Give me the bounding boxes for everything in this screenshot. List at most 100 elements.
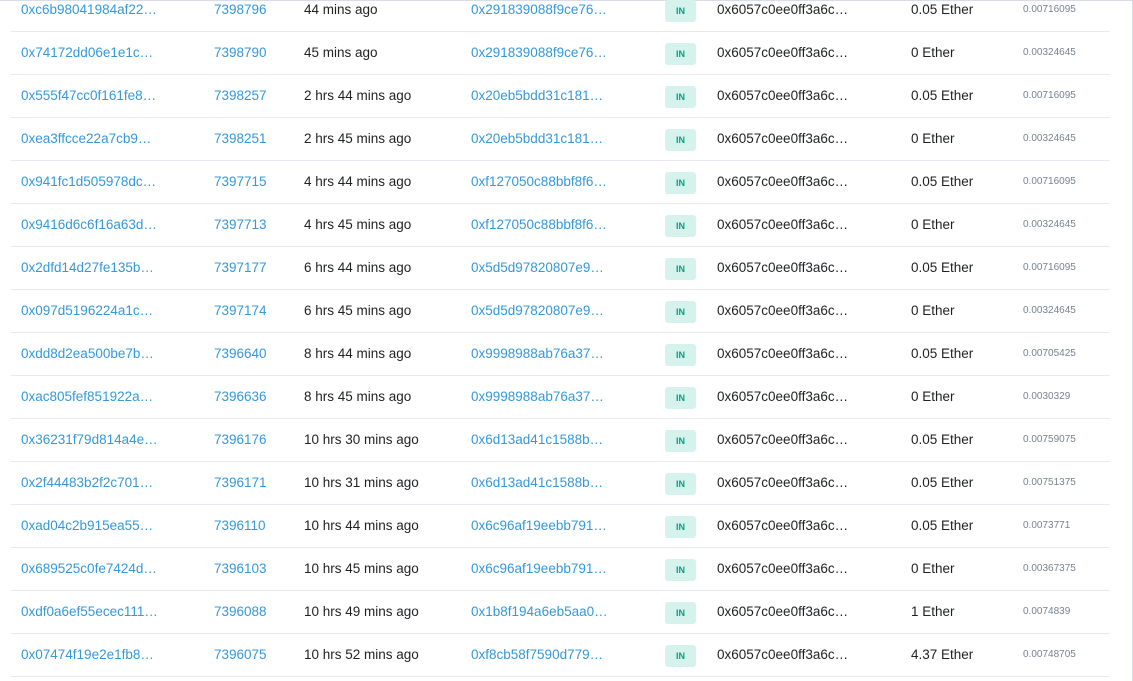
txn-age: 10 hrs 45 mins ago xyxy=(304,561,419,576)
txn-value-cell: 0.05 Ether xyxy=(911,333,1011,375)
to-address: 0x6057c0ee0ff3a6c… xyxy=(717,174,849,189)
txn-hash-link[interactable]: 0x2f44483b2f2c701… xyxy=(21,475,153,490)
txn-fee-cell: 0.00324645 xyxy=(1023,118,1109,160)
txn-fee-cell: 0.00748705 xyxy=(1023,634,1109,676)
txn-value: 0 Ether xyxy=(911,561,955,576)
txn-age-cell: 10 hrs 49 mins ago xyxy=(304,591,464,633)
from-address-link-cell: 0x1b8f194a6eb5aa0… xyxy=(471,591,651,633)
txn-value: 0 Ether xyxy=(911,303,955,318)
to-address-cell: 0x6057c0ee0ff3a6c… xyxy=(717,247,897,289)
from-address-link[interactable]: 0x291839088f9ce76… xyxy=(471,2,607,17)
block-number-link[interactable]: 7396636 xyxy=(214,389,267,404)
from-address-link[interactable]: 0x5d5d97820807e9… xyxy=(471,260,604,275)
to-address-cell: 0x6057c0ee0ff3a6c… xyxy=(717,419,897,461)
direction-badge: IN xyxy=(665,387,696,409)
txn-hash-link[interactable]: 0xad04c2b915ea55… xyxy=(21,518,153,533)
from-address-link[interactable]: 0xf127050c88bbf8f6… xyxy=(471,174,607,189)
txn-value-cell: 0.05 Ether xyxy=(911,462,1011,504)
txn-hash-link-cell: 0x2dfd14d27fe135b… xyxy=(21,247,201,289)
from-address-link[interactable]: 0x1b8f194a6eb5aa0… xyxy=(471,604,608,619)
txn-age: 8 hrs 45 mins ago xyxy=(304,389,412,404)
to-address-cell: 0x6057c0ee0ff3a6c… xyxy=(717,333,897,375)
from-address-link[interactable]: 0xf8cb58f7590d779… xyxy=(471,647,603,662)
from-address-link[interactable]: 0x9998988ab76a37… xyxy=(471,389,604,404)
txn-hash-link[interactable]: 0x555f47cc0f161fe8… xyxy=(21,88,156,103)
txn-fee-cell: 0.00716095 xyxy=(1023,247,1109,289)
txn-hash-link[interactable]: 0x9416d6c6f16a63d… xyxy=(21,217,157,232)
block-number-link[interactable]: 7396110 xyxy=(214,518,266,533)
txn-value: 0.05 Ether xyxy=(911,2,974,17)
block-number-link[interactable]: 7396103 xyxy=(214,561,267,576)
to-address-cell: 0x6057c0ee0ff3a6c… xyxy=(717,591,897,633)
from-address-link[interactable]: 0x6d13ad41c1588b… xyxy=(471,432,603,447)
block-number-link[interactable]: 7398251 xyxy=(214,131,267,146)
txn-hash-link[interactable]: 0x941fc1d505978dc… xyxy=(21,174,156,189)
txn-age-cell: 10 hrs 52 mins ago xyxy=(304,634,464,676)
to-address: 0x6057c0ee0ff3a6c… xyxy=(717,88,849,103)
txn-hash-link[interactable]: 0xac805fef851922a… xyxy=(21,389,153,404)
txn-hash-link[interactable]: 0x2dfd14d27fe135b… xyxy=(21,260,154,275)
direction-badge: IN xyxy=(665,430,696,452)
txn-age-cell: 4 hrs 45 mins ago xyxy=(304,204,464,246)
direction-badge: IN xyxy=(665,0,696,22)
txn-hash-link[interactable]: 0x097d5196224a1c… xyxy=(21,303,153,318)
direction-badge-cell: IN xyxy=(665,591,697,633)
block-number-link-cell: 7398790 xyxy=(214,32,294,74)
txn-value: 0 Ether xyxy=(911,45,955,60)
block-number-link[interactable]: 7397174 xyxy=(214,303,267,318)
txn-hash-link[interactable]: 0x74172dd06e1e1c… xyxy=(21,45,153,60)
txn-hash-link[interactable]: 0xdd8d2ea500be7b… xyxy=(21,346,154,361)
block-number-link[interactable]: 7396640 xyxy=(214,346,267,361)
from-address-link[interactable]: 0x20eb5bdd31c181… xyxy=(471,88,603,103)
to-address-cell: 0x6057c0ee0ff3a6c… xyxy=(717,376,897,418)
txn-age: 10 hrs 31 mins ago xyxy=(304,475,419,490)
txn-hash-link[interactable]: 0xea3ffcce22a7cb9… xyxy=(21,131,151,146)
block-number-link[interactable]: 7396075 xyxy=(214,647,267,662)
direction-badge: IN xyxy=(665,602,696,624)
txn-fee: 0.0030329 xyxy=(1023,391,1071,402)
txn-age: 44 mins ago xyxy=(304,2,378,17)
from-address-link[interactable]: 0x6c96af19eebb791… xyxy=(471,518,607,533)
from-address-link[interactable]: 0x20eb5bdd31c181… xyxy=(471,131,603,146)
txn-hash-link[interactable]: 0x07474f19e2e1fb8… xyxy=(21,647,154,662)
txn-hash-link[interactable]: 0x689525c0fe7424d… xyxy=(21,561,157,576)
from-address-link[interactable]: 0x5d5d97820807e9… xyxy=(471,303,604,318)
txn-hash-link[interactable]: 0x36231f79d814a4e… xyxy=(21,432,158,447)
txn-age: 10 hrs 44 mins ago xyxy=(304,518,419,533)
txn-hash-link-cell: 0x07474f19e2e1fb8… xyxy=(21,634,201,676)
direction-badge: IN xyxy=(665,301,696,323)
txn-hash-link-cell: 0xad04c2b915ea55… xyxy=(21,505,201,547)
block-number-link[interactable]: 7398790 xyxy=(214,45,267,60)
table-row: 0x07474f19e2e1fb8… 7396075 10 hrs 52 mins … xyxy=(11,634,1110,677)
direction-badge-cell: IN xyxy=(665,462,697,504)
from-address-link[interactable]: 0x6c96af19eebb791… xyxy=(471,561,607,576)
txn-value: 0 Ether xyxy=(911,217,955,232)
txn-hash-link[interactable]: 0xdf0a6ef55ecec111… xyxy=(21,604,158,619)
table-row: 0xc6b98041984af22… 7398796 44 mins ago 0x29… xyxy=(11,0,1110,32)
block-number-link[interactable]: 7396088 xyxy=(214,604,267,619)
txn-age-cell: 8 hrs 44 mins ago xyxy=(304,333,464,375)
from-address-link[interactable]: 0x291839088f9ce76… xyxy=(471,45,607,60)
block-number-link[interactable]: 7397713 xyxy=(214,217,267,232)
txn-hash-link-cell: 0xdd8d2ea500be7b… xyxy=(21,333,201,375)
from-address-link[interactable]: 0xf127050c88bbf8f6… xyxy=(471,217,607,232)
to-address: 0x6057c0ee0ff3a6c… xyxy=(717,346,849,361)
from-address-link-cell: 0x9998988ab76a37… xyxy=(471,333,651,375)
block-number-link[interactable]: 7397715 xyxy=(214,174,267,189)
txn-fee: 0.0073771 xyxy=(1023,520,1071,531)
block-number-link[interactable]: 7398257 xyxy=(214,88,267,103)
from-address-link[interactable]: 0x9998988ab76a37… xyxy=(471,346,604,361)
txn-hash-link-cell: 0x36231f79d814a4e… xyxy=(21,419,201,461)
direction-badge: IN xyxy=(665,344,696,366)
table-row: 0x941fc1d505978dc… 7397715 4 hrs 44 mins a… xyxy=(11,161,1110,204)
block-number-link-cell: 7396088 xyxy=(214,591,294,633)
direction-badge: IN xyxy=(665,43,696,65)
block-number-link[interactable]: 7396171 xyxy=(214,475,267,490)
block-number-link[interactable]: 7396176 xyxy=(214,432,267,447)
txn-age: 10 hrs 52 mins ago xyxy=(304,647,419,662)
txn-value-cell: 0 Ether xyxy=(911,32,1011,74)
txn-hash-link[interactable]: 0xc6b98041984af22… xyxy=(21,2,157,17)
block-number-link[interactable]: 7397177 xyxy=(214,260,267,275)
from-address-link[interactable]: 0x6d13ad41c1588b… xyxy=(471,475,603,490)
block-number-link[interactable]: 7398796 xyxy=(214,2,267,17)
